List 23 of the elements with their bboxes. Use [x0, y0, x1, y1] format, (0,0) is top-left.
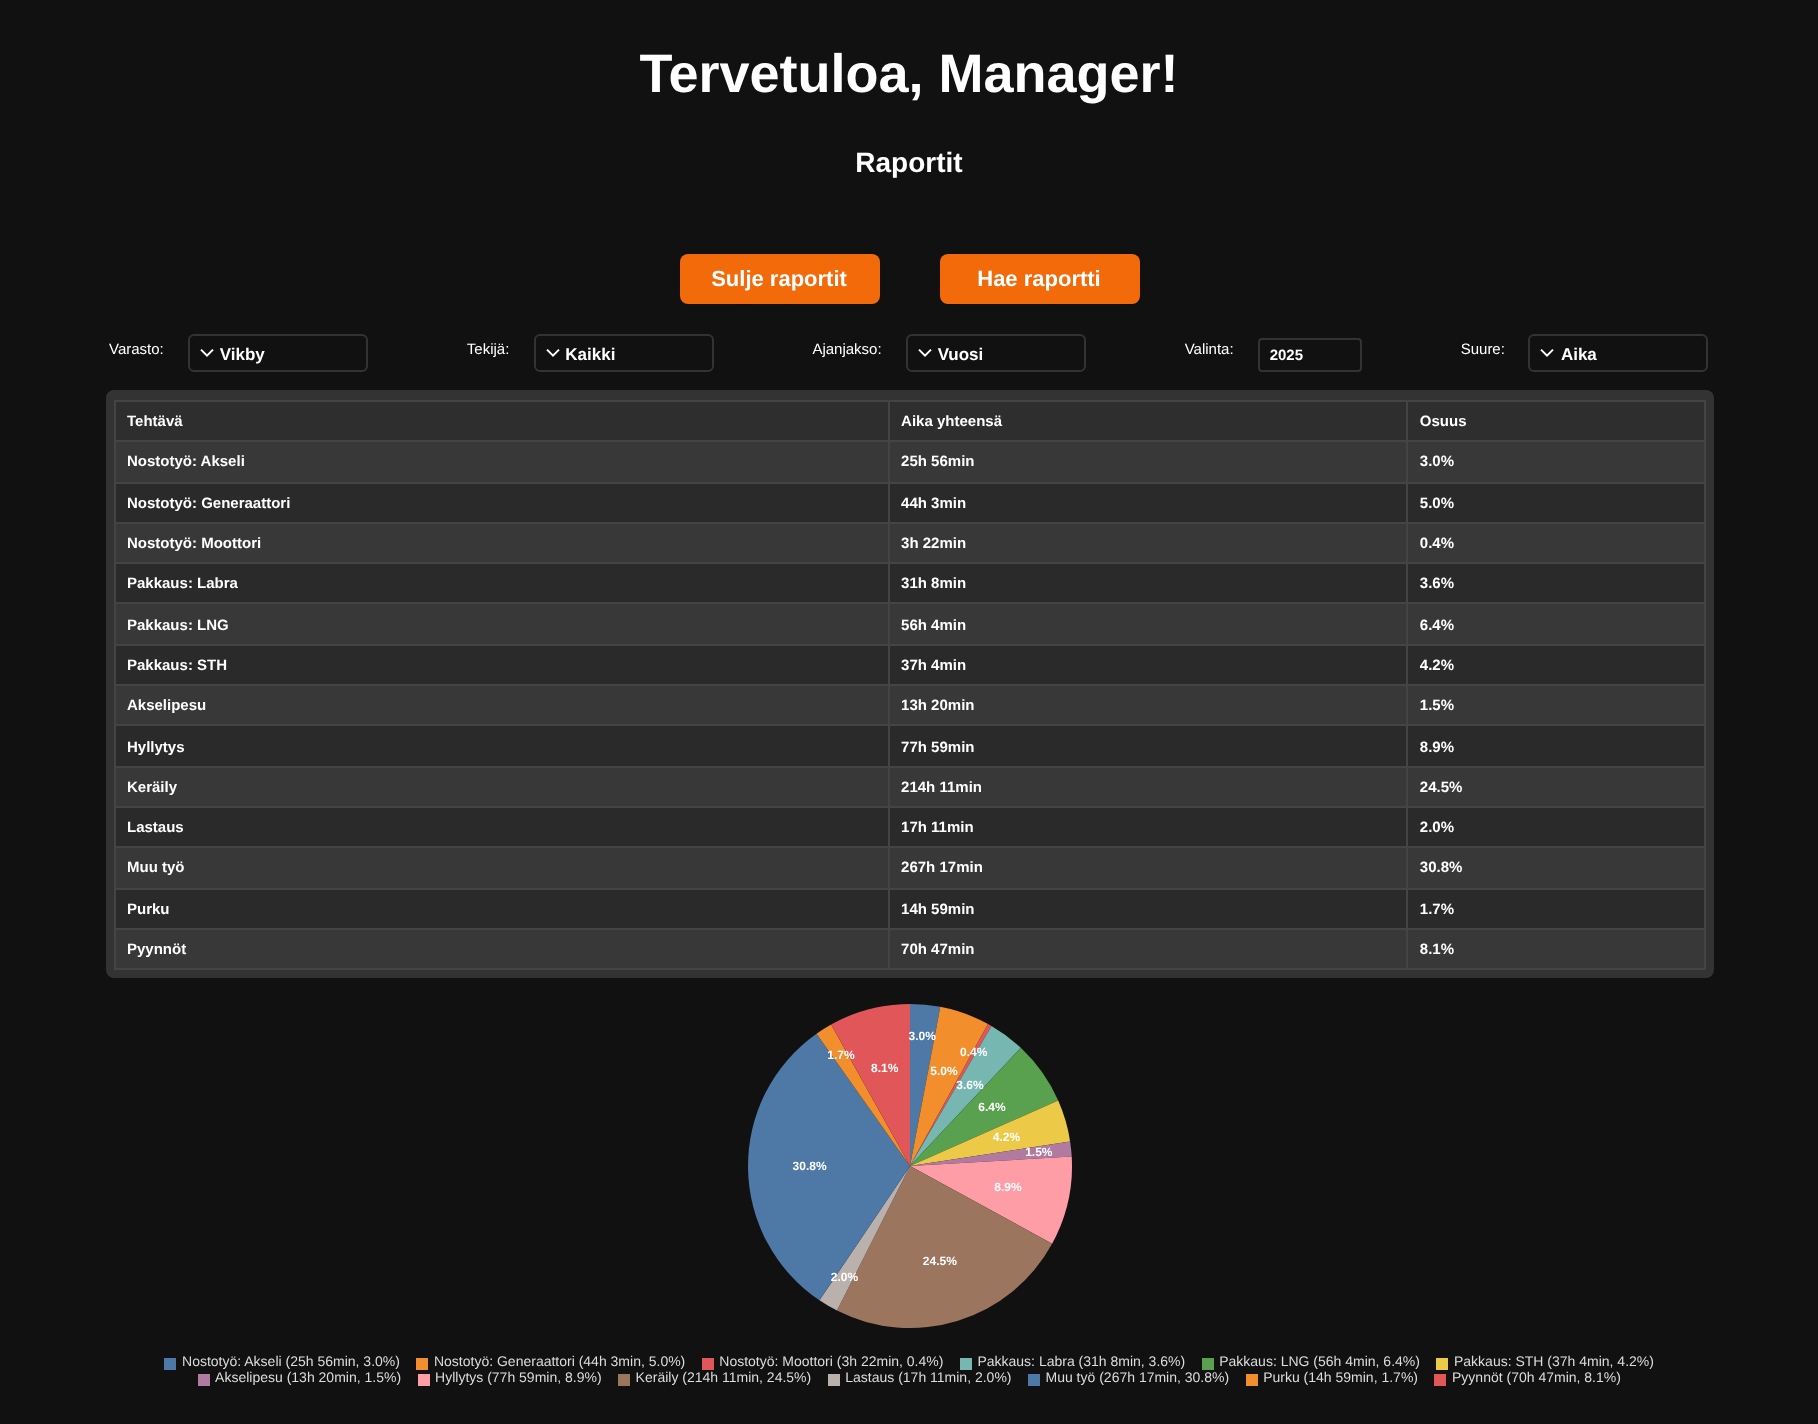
dropdown[interactable]: Kaikki: [533, 334, 714, 372]
legend-swatch: [617, 1373, 630, 1386]
legend-swatch: [959, 1357, 972, 1370]
dropdown[interactable]: Vikby: [187, 334, 368, 372]
legend-swatch: [1435, 1357, 1448, 1370]
legend-swatch: [415, 1357, 428, 1370]
legend-swatch: [197, 1373, 210, 1386]
legend-swatch: [1201, 1357, 1214, 1370]
page-title: Tervetuloa, Manager!: [639, 44, 1179, 106]
legend-swatch: [417, 1373, 430, 1386]
section-title: Raportit: [855, 146, 963, 178]
dropdown[interactable]: Aika: [1528, 334, 1709, 372]
chevron-icon: [545, 348, 560, 358]
legend-swatch: [1434, 1373, 1447, 1386]
legend-swatch: [1027, 1373, 1040, 1386]
legend-swatch: [827, 1373, 840, 1386]
chevron-icon: [1540, 348, 1555, 358]
chevron-icon: [917, 348, 932, 358]
legend-swatch: [164, 1357, 177, 1370]
dropdown[interactable]: Vuosi: [905, 334, 1086, 372]
chevron-icon: [199, 348, 214, 358]
legend-swatch: [701, 1357, 714, 1370]
legend-swatch: [1245, 1373, 1258, 1386]
